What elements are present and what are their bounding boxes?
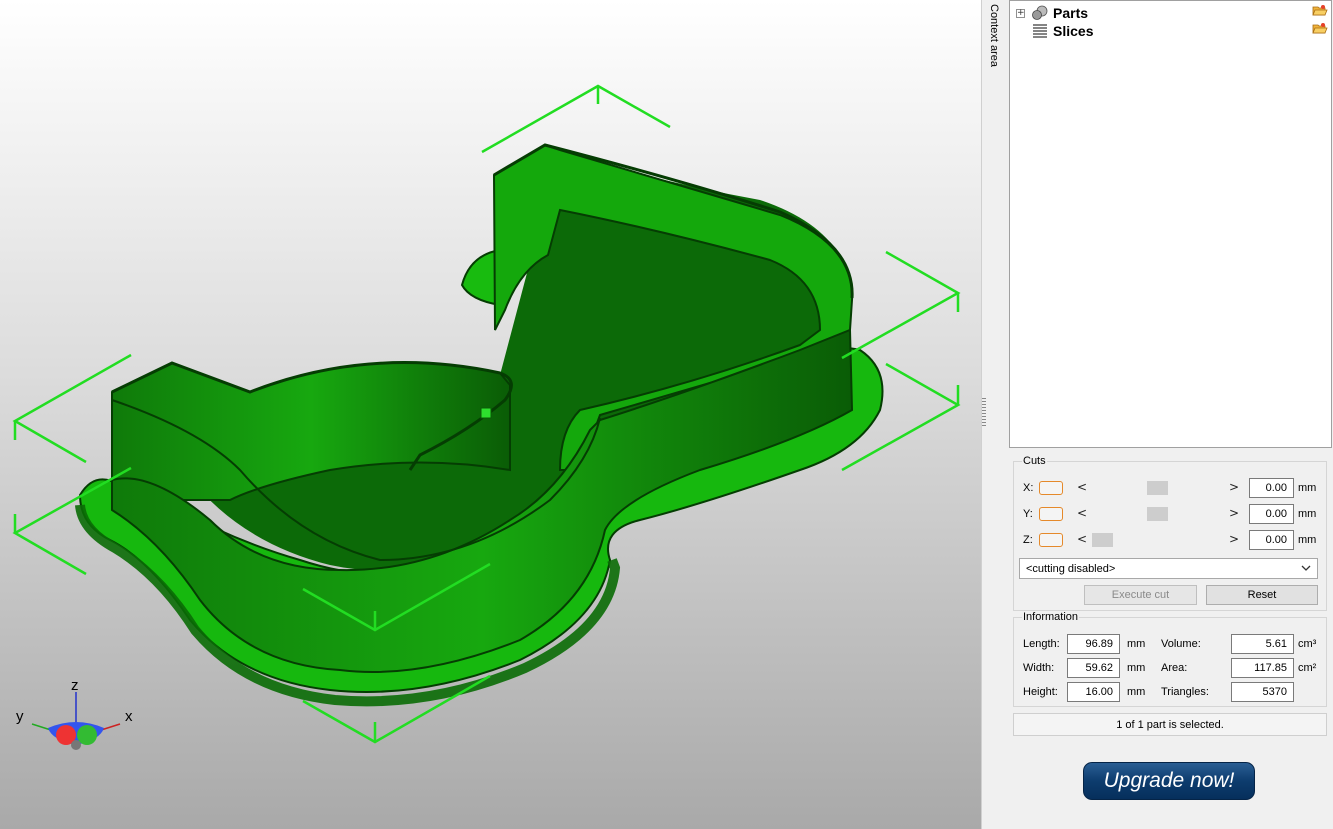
height-label: Height: <box>1023 686 1058 698</box>
cut-x-increase-button[interactable]: > <box>1229 480 1239 494</box>
cut-z-value-field[interactable]: 0.00 <box>1249 530 1294 550</box>
width-unit: mm <box>1127 662 1146 674</box>
cut-x-unit: mm <box>1298 482 1317 494</box>
model-render[interactable] <box>0 0 981 829</box>
axis-y-label: y <box>16 708 24 725</box>
width-value: 59.62 <box>1067 658 1120 678</box>
triangles-value: 5370 <box>1231 682 1294 702</box>
open-folder-icon[interactable] <box>1312 4 1328 17</box>
cut-y-unit: mm <box>1298 508 1317 520</box>
parts-spheres-icon <box>1032 5 1048 20</box>
volume-value: 5.61 <box>1231 634 1294 654</box>
expand-icon[interactable]: + <box>1016 8 1025 18</box>
parts-tree[interactable]: + Parts Slices <box>1009 0 1332 448</box>
tree-item-parts[interactable]: + Parts <box>1016 4 1088 22</box>
slices-lines-icon <box>1033 24 1047 38</box>
cut-y-toggle[interactable] <box>1039 507 1063 521</box>
cut-y-label: Y: <box>1023 508 1033 520</box>
triangles-label: Triangles: <box>1161 686 1209 698</box>
tree-item-label: Slices <box>1053 23 1094 39</box>
cut-z-increase-button[interactable]: > <box>1229 532 1239 546</box>
cut-z-label: Z: <box>1023 534 1033 546</box>
volume-unit: cm³ <box>1298 638 1317 650</box>
cuts-title: Cuts <box>1022 455 1047 467</box>
length-label: Length: <box>1023 638 1060 650</box>
splitter-grip[interactable] <box>982 398 986 428</box>
reset-button[interactable]: Reset <box>1206 585 1318 605</box>
cut-x-value-field[interactable]: 0.00 <box>1249 478 1294 498</box>
cut-y-slider[interactable] <box>1090 505 1225 523</box>
axis-gizmo <box>31 692 121 750</box>
information-title: Information <box>1022 611 1080 623</box>
cut-y-value-field[interactable]: 0.00 <box>1249 504 1294 524</box>
cut-z-toggle[interactable] <box>1039 533 1063 547</box>
area-label: Area: <box>1161 662 1188 674</box>
width-label: Width: <box>1023 662 1055 674</box>
cut-z-slider[interactable] <box>1090 531 1225 549</box>
cut-z-unit: mm <box>1298 534 1317 546</box>
volume-label: Volume: <box>1161 638 1201 650</box>
length-value: 96.89 <box>1067 634 1120 654</box>
cut-mode-value: <cutting disabled> <box>1026 563 1116 575</box>
cut-z-decrease-button[interactable]: < <box>1077 532 1087 546</box>
height-unit: mm <box>1127 686 1146 698</box>
open-folder-icon[interactable] <box>1312 22 1328 35</box>
axis-z-label: z <box>71 677 79 694</box>
cut-y-decrease-button[interactable]: < <box>1077 506 1087 520</box>
tree-item-label: Parts <box>1053 5 1089 21</box>
slider-thumb[interactable] <box>1147 481 1168 495</box>
area-value: 117.85 <box>1231 658 1294 678</box>
cut-x-label: X: <box>1023 482 1034 494</box>
cut-x-toggle[interactable] <box>1039 481 1063 495</box>
execute-cut-button[interactable]: Execute cut <box>1084 585 1197 605</box>
cut-mode-select[interactable]: <cutting disabled> <box>1019 558 1318 579</box>
axis-x-label: x <box>125 708 133 725</box>
selection-status: 1 of 1 part is selected. <box>1013 713 1327 736</box>
center-handle <box>480 407 492 419</box>
tree-item-slices[interactable]: Slices <box>1016 22 1093 40</box>
length-unit: mm <box>1127 638 1146 650</box>
slider-thumb[interactable] <box>1092 533 1113 547</box>
upgrade-now-button[interactable]: Upgrade now! <box>1083 762 1255 800</box>
height-value: 16.00 <box>1067 682 1120 702</box>
context-area-label: Context area <box>988 4 1000 67</box>
context-area-strip[interactable]: Context area <box>981 0 1009 829</box>
cut-x-slider[interactable] <box>1090 479 1225 497</box>
cut-y-increase-button[interactable]: > <box>1229 506 1239 520</box>
cut-x-decrease-button[interactable]: < <box>1077 480 1087 494</box>
3d-viewport[interactable]: z y x <box>0 0 981 829</box>
slider-thumb[interactable] <box>1147 507 1168 521</box>
area-unit: cm² <box>1298 662 1317 674</box>
chevron-down-icon <box>1301 565 1311 571</box>
